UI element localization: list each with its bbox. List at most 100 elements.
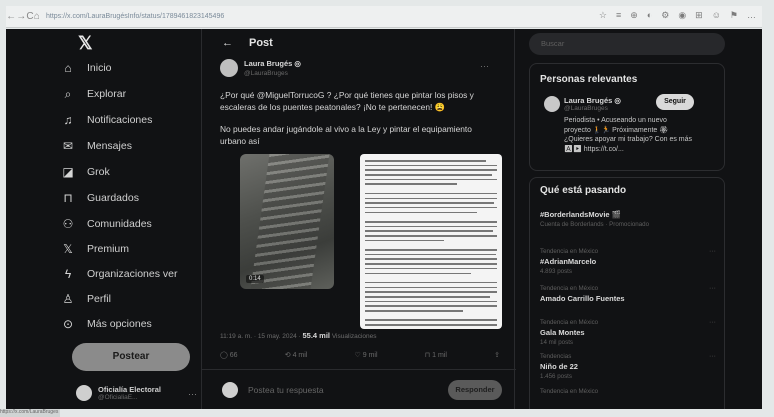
sidebar-item-more[interactable]: ⊙ Más opciones	[61, 317, 152, 331]
sidebar-item-profile[interactable]: ♙ Perfil	[61, 292, 111, 306]
back-arrow-icon[interactable]: ←	[6, 11, 16, 22]
document-text-line	[365, 197, 497, 200]
repost-action[interactable]: ⟲ 4 mil	[285, 351, 308, 359]
sidebar-item-notifications[interactable]: ♫ Notificaciones	[61, 113, 153, 127]
author-handle[interactable]: @LauraBruges	[244, 70, 301, 77]
reply-button[interactable]: Responder	[448, 380, 502, 400]
trend-category: Tendencia en México	[540, 285, 599, 292]
forward-arrow-icon[interactable]: →	[16, 11, 26, 22]
reader-icon[interactable]: ≡	[616, 10, 621, 21]
views-label: Visualizaciones	[330, 333, 377, 340]
post-author[interactable]: Laura Brugés ◎ @LauraBruges ···	[220, 59, 489, 77]
trend-item[interactable]: Tendencia en México Gala Montes 14 mil p…	[540, 319, 716, 346]
sidebar-item-messages[interactable]: ✉ Mensajes	[61, 139, 132, 153]
share-action[interactable]: ⇪	[494, 351, 500, 359]
sidebar-item-verified-orgs[interactable]: ϟ Organizaciones ver	[61, 267, 178, 281]
settings-icon[interactable]: ⚙	[661, 10, 669, 21]
extension-icon[interactable]: ⊕	[630, 10, 638, 21]
bookmark-action[interactable]: ⊓ 1 mil	[425, 351, 447, 359]
address-bar[interactable]: https://x.com/LauraBrugésInfo/status/178…	[46, 13, 224, 20]
search-input[interactable]: Buscar	[529, 33, 725, 55]
document-text-line	[365, 295, 491, 298]
relevant-name[interactable]: Laura Brugés ◎	[564, 96, 621, 105]
sidebar-item-bookmarks[interactable]: ⊓ Guardados	[61, 191, 139, 205]
lightning-icon: ϟ	[64, 267, 72, 281]
document-image[interactable]	[360, 154, 502, 329]
document-text-line	[365, 272, 471, 275]
x-premium-icon: 𝕏	[63, 242, 73, 256]
document-text-line	[365, 310, 463, 312]
post-meta: 11:19 a. m. · 15 may. 2024 · 55.4 mil Vi…	[220, 331, 377, 340]
more-dots-icon[interactable]: ···	[709, 319, 716, 326]
trend-name: #AdrianMarcelo	[540, 257, 597, 266]
document-text-line	[365, 267, 497, 270]
like-action[interactable]: ♡ 9 mil	[355, 351, 378, 359]
x-logo-icon[interactable]: 𝕏	[78, 33, 93, 54]
sidebar-item-premium[interactable]: 𝕏 Premium	[61, 242, 129, 256]
more-dots-icon[interactable]: ···	[480, 61, 489, 71]
more-dots-icon[interactable]: ···	[709, 285, 716, 292]
section-title: Personas relevantes	[540, 74, 638, 85]
browser-nav: ← → C ⌂	[6, 11, 40, 22]
trend-name: #BorderlandsMovie 🎬	[540, 210, 622, 219]
sidebar-item-label: Guardados	[87, 192, 139, 204]
trend-item[interactable]: Tendencia en México #AdrianMarcelo 4.893…	[540, 248, 716, 275]
document-text-line	[365, 183, 458, 186]
extension-icon[interactable]: ⊞	[695, 10, 703, 21]
back-arrow-icon[interactable]: ←	[222, 37, 233, 49]
avatar	[76, 385, 92, 401]
document-text-line	[365, 281, 497, 284]
sidebar-item-label: Mensajes	[87, 140, 132, 152]
right-sidebar: Buscar Personas relevantes Laura Brugés …	[515, 29, 762, 409]
reload-icon[interactable]: C	[26, 11, 33, 22]
bookmark-star-icon[interactable]: ☆	[599, 10, 607, 21]
document-text-line	[365, 258, 497, 261]
document-text-line	[365, 305, 497, 307]
trend-item[interactable]: Tendencia en México	[540, 388, 716, 397]
sidebar-item-explore[interactable]: ⌕ Explorar	[61, 87, 126, 101]
video-thumbnail[interactable]: 0:14	[240, 154, 334, 289]
screenshot-frame: ← → C ⌂ https://x.com/LauraBrugésInfo/st…	[0, 0, 774, 417]
trends-card: Qué está pasando #BorderlandsMovie 🎬 Cue…	[529, 177, 725, 409]
account-name: Oficialía Electoral	[98, 385, 161, 394]
document-text-line	[365, 225, 497, 228]
reply-action[interactable]: ◯ 66	[220, 351, 238, 359]
bookmark-icon: ⊓	[63, 191, 73, 205]
reply-input[interactable]: Postea tu respuesta	[248, 385, 324, 395]
trend-item[interactable]: Tendencias Niño de 22 1.456 posts ···	[540, 353, 716, 380]
trend-item[interactable]: Tendencia en México Amado Carrillo Fuent…	[540, 285, 716, 305]
menu-icon[interactable]: …	[747, 10, 756, 21]
relevant-handle[interactable]: @LauraBruges	[564, 105, 608, 112]
person-icon: ♙	[62, 292, 74, 306]
sidebar-item-home[interactable]: ⌂ Inicio	[61, 61, 111, 75]
post-actions: ◯ 66 ⟲ 4 mil ♡ 9 mil ⊓ 1 mil ⇪	[220, 351, 500, 359]
document-text-line	[365, 286, 497, 289]
avatar[interactable]	[544, 96, 560, 112]
extension-icon[interactable]: ⚑	[730, 10, 738, 21]
home-icon[interactable]: ⌂	[34, 11, 40, 22]
document-text-line	[365, 300, 497, 303]
author-name[interactable]: Laura Brugés ◎	[244, 59, 301, 68]
document-text-line	[365, 160, 487, 162]
account-switcher[interactable]: Oficialía Electoral @OficialiaE... ···	[76, 385, 197, 401]
trend-item[interactable]: #BorderlandsMovie 🎬 Cuenta de Borderland…	[540, 208, 716, 228]
sidebar-item-label: Organizaciones ver	[87, 268, 178, 280]
relevant-people-card: Personas relevantes Laura Brugés ◎ @Laur…	[529, 63, 725, 171]
trend-category: Tendencia en México	[540, 319, 599, 326]
more-dots-icon[interactable]: ···	[709, 353, 716, 360]
follow-button[interactable]: Seguir	[656, 94, 694, 110]
extension-icon[interactable]: ◐	[647, 10, 652, 21]
sidebar-item-grok[interactable]: ◪ Grok	[61, 165, 109, 179]
profile-icon[interactable]: ☺	[712, 10, 721, 21]
more-dots-icon[interactable]: ···	[188, 389, 197, 399]
more-dots-icon[interactable]: ···	[709, 248, 716, 255]
document-text-line	[365, 230, 494, 232]
extension-icon[interactable]: ◉	[678, 10, 686, 21]
sidebar-item-communities[interactable]: ⚇ Comunidades	[61, 217, 152, 231]
document-text-line	[365, 263, 497, 265]
post-button[interactable]: Postear	[72, 343, 190, 371]
avatar[interactable]	[220, 59, 238, 77]
document-text-line	[365, 169, 497, 171]
trend-subtext: 4.893 posts	[540, 268, 572, 275]
post-timestamp[interactable]: 11:19 a. m. · 15 may. 2024 ·	[220, 333, 303, 340]
